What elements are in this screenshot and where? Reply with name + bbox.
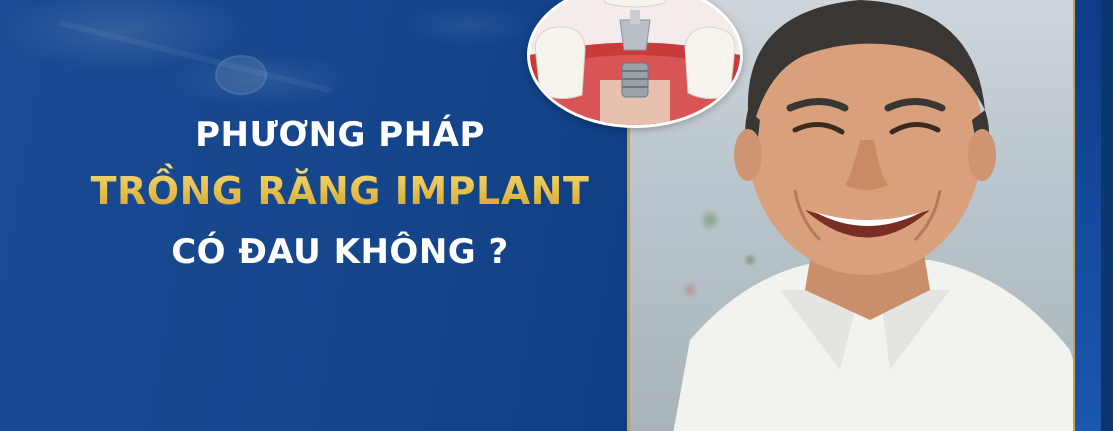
- dental-chair-arm: [59, 20, 333, 94]
- dental-lamp: [215, 55, 267, 95]
- dental-implant-icon: [530, 0, 740, 125]
- headline-line-2: TRỒNG RĂNG IMPLANT: [60, 160, 620, 222]
- banner: PHƯƠNG PHÁP TRỒNG RĂNG IMPLANT CÓ ĐAU KH…: [0, 0, 1113, 431]
- decorative-border: [1073, 0, 1101, 431]
- headline-line-1: PHƯƠNG PHÁP: [195, 115, 485, 155]
- headline: PHƯƠNG PHÁP TRỒNG RĂNG IMPLANT CÓ ĐAU KH…: [60, 110, 620, 282]
- headline-line-3: CÓ ĐAU KHÔNG ?: [171, 232, 509, 272]
